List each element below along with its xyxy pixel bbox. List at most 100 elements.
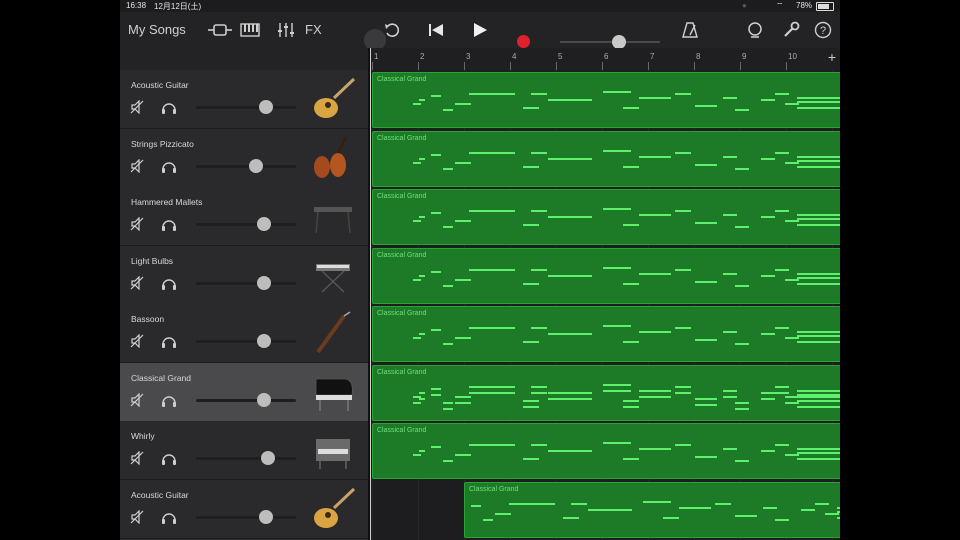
midi-note: [523, 165, 539, 168]
fx-button[interactable]: FX: [305, 12, 322, 48]
settings-wrench-icon[interactable]: [782, 12, 800, 48]
svg-text:?: ?: [820, 25, 826, 37]
track-volume-slider[interactable]: [196, 334, 296, 348]
midi-note: [531, 93, 547, 95]
midi-note: [603, 266, 631, 269]
track-volume-knob[interactable]: [259, 100, 273, 114]
track-header[interactable]: Hammered Mallets: [120, 187, 368, 246]
mute-icon[interactable]: [130, 333, 146, 353]
track-volume-knob[interactable]: [257, 334, 271, 348]
mute-icon[interactable]: [130, 216, 146, 236]
electric-piano-icon[interactable]: [308, 427, 358, 473]
track-volume-slider[interactable]: [196, 158, 296, 173]
acoustic-guitar-icon[interactable]: [308, 486, 358, 532]
track-volume-slider[interactable]: [196, 275, 296, 290]
midi-note: [531, 385, 547, 388]
midi-note: [455, 337, 471, 339]
mute-icon[interactable]: [130, 509, 146, 529]
loop-browser-icon[interactable]: [746, 12, 764, 48]
track-volume-knob[interactable]: [257, 275, 271, 290]
midi-note: [623, 458, 639, 460]
track-volume-slider[interactable]: [196, 509, 296, 524]
mute-icon[interactable]: [130, 392, 146, 412]
ruler-bar-line: [556, 62, 557, 70]
track-header[interactable]: Light Bulbs: [120, 245, 368, 305]
headphones-icon[interactable]: [161, 510, 177, 529]
track-header[interactable]: Classical Grand: [120, 362, 368, 422]
metronome-icon[interactable]: [682, 12, 698, 48]
midi-region[interactable]: Classical Grand: [372, 364, 840, 421]
headphones-icon[interactable]: [161, 334, 177, 353]
keyboard-icon[interactable]: [240, 12, 260, 48]
mute-icon[interactable]: [130, 99, 146, 119]
track-header[interactable]: Acoustic Guitar: [120, 70, 368, 129]
track-volume-knob[interactable]: [249, 158, 263, 173]
midi-note: [695, 163, 717, 166]
headphones-icon[interactable]: [161, 393, 177, 412]
midi-note: [797, 393, 840, 396]
bassoon-icon[interactable]: [308, 310, 358, 356]
track-header[interactable]: Strings Pizzicato: [120, 128, 368, 188]
track-volume-knob[interactable]: [261, 451, 275, 465]
midi-region[interactable]: Classical Grand: [372, 306, 840, 362]
my-songs-button[interactable]: My Songs: [128, 12, 186, 48]
midi-note: [775, 210, 789, 212]
headphones-icon[interactable]: [161, 276, 177, 295]
master-volume-slider[interactable]: [560, 35, 660, 49]
track-volume-slider[interactable]: [196, 451, 296, 465]
mute-icon[interactable]: [130, 158, 146, 178]
midi-region[interactable]: Classical Grand: [372, 247, 840, 304]
headphones-icon[interactable]: [161, 100, 177, 119]
midi-note: [775, 268, 789, 271]
midi-note: [413, 454, 421, 456]
help-icon[interactable]: ?: [814, 12, 832, 48]
track-volume-knob[interactable]: [257, 217, 271, 231]
midi-note: [523, 107, 539, 109]
track-volume-knob[interactable]: [259, 509, 273, 524]
track-lanes[interactable]: Classical Grand Classical Grand Classical …: [370, 70, 840, 540]
midi-note: [695, 280, 717, 283]
play-icon[interactable]: [472, 12, 488, 48]
violin-icon[interactable]: [308, 135, 358, 181]
track-volume-slider[interactable]: [196, 100, 296, 114]
undo-icon[interactable]: [384, 12, 400, 48]
track-header[interactable]: Acoustic Guitar: [120, 479, 368, 539]
midi-region[interactable]: Classical Grand: [464, 481, 840, 538]
headphones-icon[interactable]: [161, 451, 177, 470]
track-volume-slider[interactable]: [196, 392, 296, 407]
midi-note: [413, 401, 421, 404]
midi-note: [735, 109, 749, 111]
master-volume-knob[interactable]: [612, 35, 626, 49]
mute-icon[interactable]: [130, 275, 146, 295]
midi-note: [571, 502, 587, 505]
headphones-icon[interactable]: [161, 159, 177, 178]
track-header[interactable]: Bassoon: [120, 304, 368, 363]
mute-icon[interactable]: [130, 450, 146, 470]
midi-region[interactable]: Classical Grand: [372, 130, 840, 187]
mixer-icon[interactable]: [276, 12, 296, 48]
midi-region[interactable]: Classical Grand: [372, 72, 840, 128]
ruler-bar-number: 3: [466, 52, 471, 61]
midi-region[interactable]: Classical Grand: [372, 423, 840, 479]
synth-keyboard-icon[interactable]: [308, 252, 358, 298]
mallet-keyboard-icon[interactable]: [308, 193, 358, 239]
midi-note: [419, 333, 425, 335]
acoustic-guitar-icon[interactable]: [308, 76, 358, 122]
record-button[interactable]: [517, 35, 530, 48]
track-volume-knob[interactable]: [257, 392, 271, 407]
midi-note: [695, 397, 717, 400]
browser-icon[interactable]: [208, 12, 232, 48]
timeline-ruler[interactable]: + 1 2 3 4 5 6 7 8 9 10: [370, 48, 840, 71]
track-volume-slider[interactable]: [196, 217, 296, 231]
playhead[interactable]: [370, 48, 371, 540]
midi-note: [548, 333, 592, 335]
grand-piano-icon[interactable]: [308, 369, 358, 415]
headphones-icon[interactable]: [161, 217, 177, 236]
go-to-beginning-icon[interactable]: [428, 12, 444, 48]
add-section-icon[interactable]: +: [828, 49, 836, 65]
midi-region[interactable]: Classical Grand: [372, 189, 840, 245]
region-label: Classical Grand: [377, 134, 427, 142]
midi-note: [639, 155, 671, 158]
midi-note: [548, 216, 592, 218]
track-header[interactable]: Whirly: [120, 421, 368, 480]
